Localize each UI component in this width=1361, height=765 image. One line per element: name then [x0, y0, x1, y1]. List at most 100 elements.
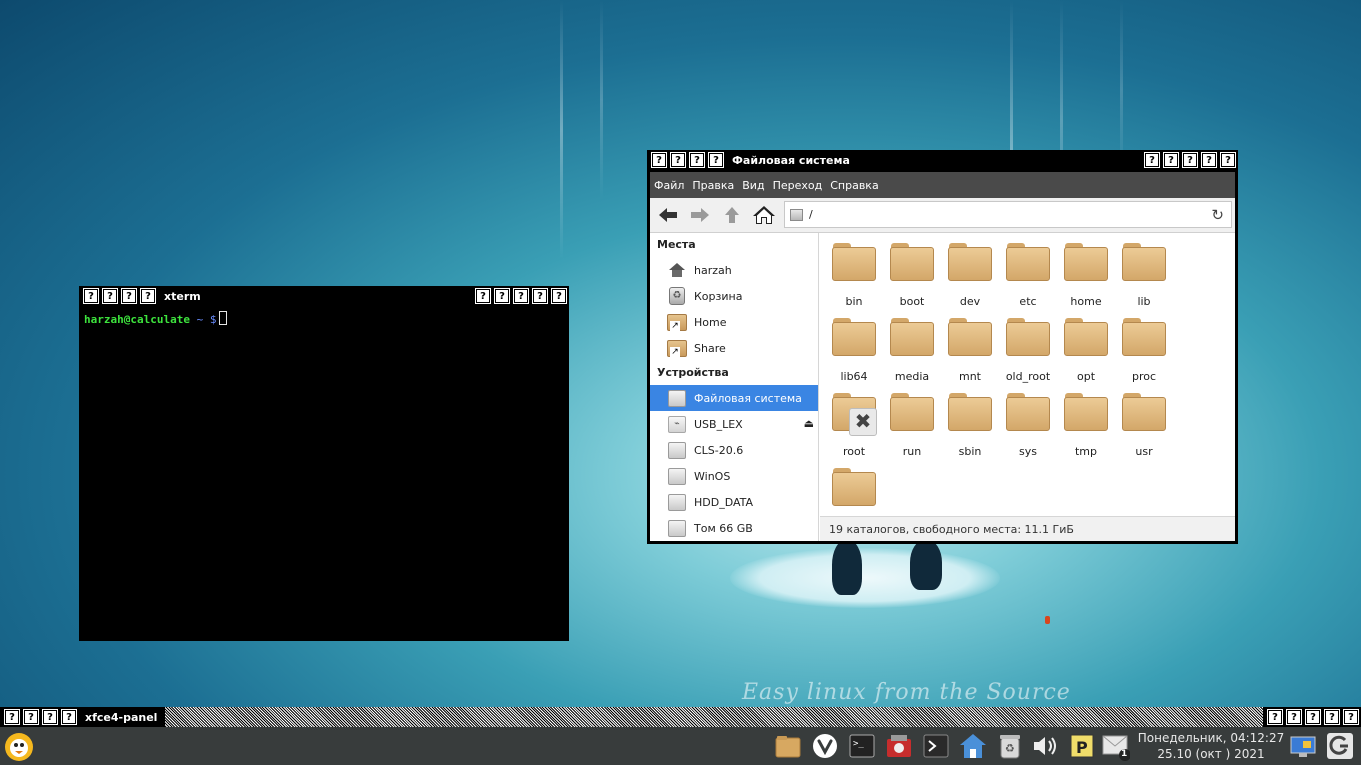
file-grid: bin boot dev etc home lib lib64 media mn…	[822, 233, 1235, 516]
network-lock-icon	[1290, 736, 1316, 757]
clock[interactable]: Понедельник, 04:12:27 25.10 (окт ) 2021	[1136, 730, 1286, 762]
sidebar-item-cls[interactable]: CLS-20.6	[650, 437, 818, 463]
window-menu-button[interactable]: ?	[4, 709, 20, 725]
vivaldi-launcher[interactable]	[811, 732, 839, 760]
fullscreen-button[interactable]: ?	[532, 288, 548, 304]
fullscreen-button[interactable]: ?	[1201, 152, 1217, 168]
folder-item[interactable]: proc	[1115, 318, 1173, 383]
window-menu-button[interactable]: ?	[83, 288, 99, 304]
fullscreen-button[interactable]: ?	[1324, 709, 1340, 725]
shade-button[interactable]: ?	[42, 709, 58, 725]
above-button[interactable]: ?	[140, 288, 156, 304]
maximize-button[interactable]: ?	[513, 288, 529, 304]
folder-item[interactable]: old_root	[999, 318, 1057, 383]
folder-item[interactable]: sys	[999, 393, 1057, 458]
above-button[interactable]: ?	[61, 709, 77, 725]
terminal-launcher-2[interactable]	[922, 732, 950, 760]
sidebar-item-volume-66gb[interactable]: Том 66 GB	[650, 515, 818, 541]
folder-icon	[1064, 318, 1108, 356]
shade-button[interactable]: ?	[121, 288, 137, 304]
sidebar-item-hdd-data[interactable]: HDD_DATA	[650, 489, 818, 515]
location-path: /	[809, 208, 813, 221]
folder-item[interactable]: home	[1057, 243, 1115, 308]
reload-icon[interactable]: ↻	[1211, 206, 1224, 224]
sidebar-item-share[interactable]: Share	[650, 335, 818, 361]
folder-item[interactable]	[825, 468, 883, 520]
panel-titlebar[interactable]: ? ? ? ? xfce4-panel ? ? ? ? ?	[0, 707, 1361, 727]
forward-button[interactable]	[686, 201, 714, 229]
folder-item[interactable]: etc	[999, 243, 1057, 308]
sidebar-item-home[interactable]: Home	[650, 309, 818, 335]
minimize-button[interactable]: ?	[494, 288, 510, 304]
folder-item[interactable]: sbin	[941, 393, 999, 458]
network-indicator[interactable]	[1289, 732, 1317, 760]
clock-date: 25.10 (окт ) 2021	[1157, 747, 1265, 761]
up-button[interactable]	[718, 201, 746, 229]
folder-item[interactable]: bin	[825, 243, 883, 308]
menu-file[interactable]: Файл	[654, 179, 684, 192]
terminal-content[interactable]: harzah@calculate ~ $	[84, 311, 228, 326]
close-button[interactable]: ?	[551, 288, 567, 304]
window-title: xfce4-panel	[85, 710, 158, 724]
folder-item[interactable]: lib64	[825, 318, 883, 383]
trash-launcher[interactable]: ♻	[996, 732, 1024, 760]
applications-menu-button[interactable]	[3, 731, 35, 763]
folder-item[interactable]: lib	[1115, 243, 1173, 308]
sticky-button[interactable]: ?	[23, 709, 39, 725]
folder-item[interactable]: ✖ root	[825, 393, 883, 458]
eject-icon[interactable]: ⏏	[804, 417, 814, 430]
home-icon	[667, 261, 687, 279]
folder-item[interactable]: boot	[883, 243, 941, 308]
mail-notifier[interactable]: 1	[1102, 732, 1130, 761]
file-manager-launcher[interactable]	[774, 732, 802, 760]
xterm-window[interactable]: ? ? ? ? xterm ? ? ? ? ? harzah@calculate…	[79, 286, 569, 641]
home-folder-launcher[interactable]	[959, 732, 987, 760]
sidebar-item-label: USB_LEX	[694, 417, 743, 431]
sidebar-item-winos[interactable]: WinOS	[650, 463, 818, 489]
shade-button[interactable]: ?	[689, 152, 705, 168]
sidebar-item-usb-lex[interactable]: ⌁ USB_LEX ⏏	[650, 411, 818, 437]
minimize-button[interactable]: ?	[1286, 709, 1302, 725]
folder-item[interactable]: dev	[941, 243, 999, 308]
menu-go[interactable]: Переход	[773, 179, 823, 192]
xterm-titlebar[interactable]: ? ? ? ? xterm ? ? ? ? ?	[79, 286, 569, 306]
sidebar-item-trash[interactable]: ♻ Корзина	[650, 283, 818, 309]
menu-edit[interactable]: Правка	[692, 179, 734, 192]
help-button[interactable]: ?	[1144, 152, 1160, 168]
clipboard-manager[interactable]: P	[1068, 732, 1096, 760]
folder-item[interactable]: mnt	[941, 318, 999, 383]
folder-item[interactable]: run	[883, 393, 941, 458]
back-button[interactable]	[654, 201, 682, 229]
home-button[interactable]	[750, 201, 778, 229]
menu-view[interactable]: Вид	[742, 179, 764, 192]
screenshot-launcher[interactable]	[885, 732, 913, 760]
sticky-button[interactable]: ?	[670, 152, 686, 168]
minimize-button[interactable]: ?	[1163, 152, 1179, 168]
above-button[interactable]: ?	[708, 152, 724, 168]
help-button[interactable]: ?	[1267, 709, 1283, 725]
file-manager-icon	[775, 736, 801, 758]
file-manager-window[interactable]: ? ? ? ? Файловая система ? ? ? ? ? Файл …	[647, 150, 1238, 544]
close-button[interactable]: ?	[1343, 709, 1359, 725]
folder-item[interactable]: usr	[1115, 393, 1173, 458]
volume-control[interactable]	[1032, 732, 1060, 760]
sticky-button[interactable]: ?	[102, 288, 118, 304]
help-button[interactable]: ?	[475, 288, 491, 304]
sidebar-item-harzah[interactable]: harzah	[650, 257, 818, 283]
location-bar[interactable]: / ↻	[784, 201, 1232, 228]
file-manager-titlebar[interactable]: ? ? ? ? Файловая система ? ? ? ? ?	[647, 150, 1238, 170]
menu-help[interactable]: Справка	[830, 179, 878, 192]
folder-item[interactable]: media	[883, 318, 941, 383]
close-button[interactable]: ?	[1220, 152, 1236, 168]
window-menu-button[interactable]: ?	[651, 152, 667, 168]
folder-icon	[948, 318, 992, 356]
folder-item[interactable]: tmp	[1057, 393, 1115, 458]
trash-icon: ♻	[667, 287, 687, 305]
maximize-button[interactable]: ?	[1305, 709, 1321, 725]
terminal-launcher[interactable]: >_	[848, 732, 876, 760]
sidebar-item-filesystem[interactable]: Файловая система	[650, 385, 818, 411]
folder-item[interactable]: opt	[1057, 318, 1115, 383]
folder-icon	[948, 393, 992, 431]
maximize-button[interactable]: ?	[1182, 152, 1198, 168]
logout-button[interactable]	[1326, 732, 1354, 760]
